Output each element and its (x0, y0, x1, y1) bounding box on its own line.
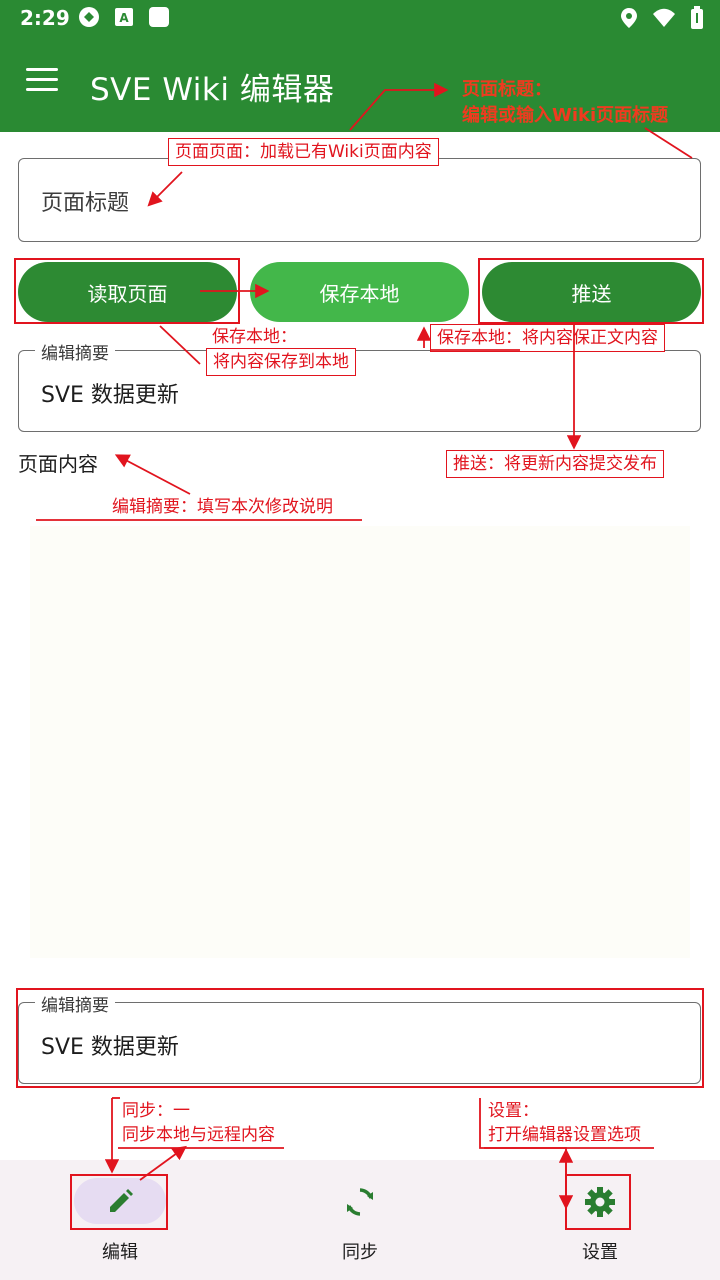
annotation-title-1: 页面标题： (462, 79, 552, 100)
annotation-save-2: 将内容保存到本地 (206, 348, 356, 377)
page-title-input[interactable]: 页面标题 (18, 158, 701, 242)
wifi-icon (653, 8, 675, 27)
square-notification-icon (149, 7, 169, 27)
annotation-save-right: 保存本地：将内容保正文内容 (430, 324, 665, 353)
annotation-save-1: 保存本地： (212, 327, 297, 347)
annotation-settings-1: 设置： (488, 1101, 539, 1121)
page-content-label: 页面内容 (18, 452, 98, 476)
app-title: SVE Wiki 编辑器 (90, 72, 335, 108)
annotation-sync-1: 同步：一 (122, 1101, 190, 1121)
annotation-load: 页面页面：加载已有Wiki页面内容 (168, 138, 439, 167)
svg-text:A: A (119, 11, 129, 25)
annotation-summary: 编辑摘要：填写本次修改说明 (112, 497, 333, 517)
annotation-title-2: 编辑或输入Wiki页面标题 (462, 105, 669, 126)
font-notification-icon: A (115, 8, 133, 26)
battery-icon (691, 6, 703, 29)
annotation-box-read (14, 258, 240, 324)
nav-edit-label: 编辑 (102, 1242, 138, 1263)
sync-icon (347, 1188, 373, 1216)
edit-summary-label: 编辑摘要 (35, 339, 115, 364)
edit-summary-value: SVE 数据更新 (41, 383, 179, 408)
location-icon (621, 8, 637, 28)
annotation-box-settings-nav (565, 1174, 631, 1230)
annotation-push: 推送：将更新内容提交发布 (446, 450, 664, 479)
annotation-box-summary (16, 988, 704, 1088)
status-time: 2:29 (20, 6, 70, 30)
nav-sync[interactable]: 同步 (290, 1160, 430, 1280)
annotation-box-edit-nav (70, 1174, 168, 1230)
page-title-placeholder: 页面标题 (41, 191, 130, 216)
app-notification-icon (79, 7, 99, 27)
annotation-box-push (478, 258, 704, 324)
menu-icon[interactable] (26, 68, 58, 94)
page-content-editor[interactable] (30, 526, 690, 958)
edit-summary-field[interactable]: 编辑摘要 SVE 数据更新 (18, 339, 701, 432)
nav-sync-label: 同步 (342, 1242, 378, 1263)
status-bar: 2:29 A (0, 0, 720, 38)
annotation-settings-2: 打开编辑器设置选项 (488, 1125, 641, 1145)
nav-settings-label: 设置 (582, 1242, 618, 1263)
annotation-sync-2: 同步本地与远程内容 (122, 1125, 275, 1145)
save-local-button[interactable]: 保存本地 (250, 262, 469, 322)
